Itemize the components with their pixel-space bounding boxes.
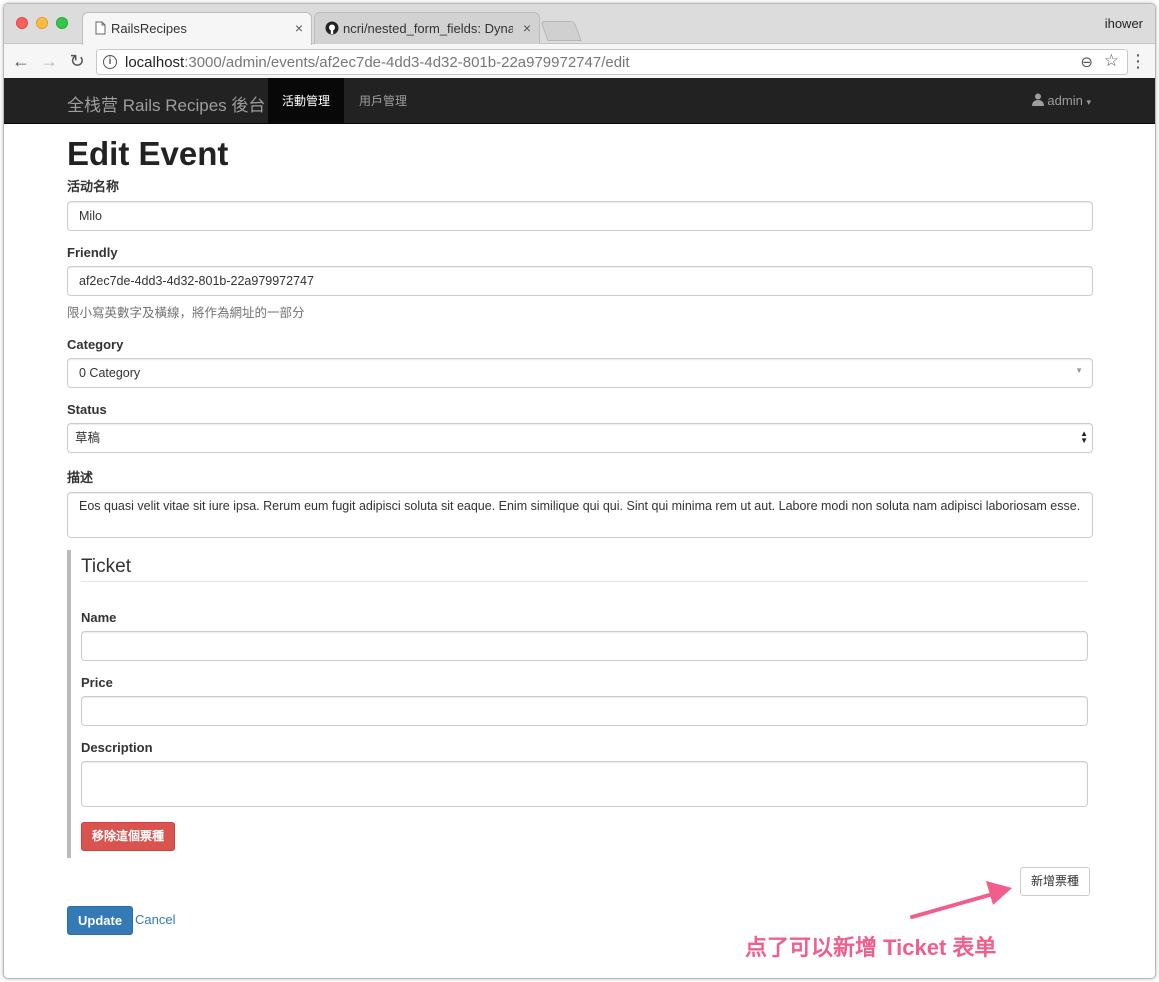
- ticket-description-textarea[interactable]: [81, 761, 1088, 807]
- category-select-value: 0 Category: [67, 358, 1093, 388]
- browser-titlebar: RailsRecipes × ncri/nested_form_fields: …: [4, 4, 1155, 45]
- url-host: localhost: [125, 54, 185, 71]
- ticket-description-label: Description: [81, 740, 153, 755]
- forward-arrow-icon[interactable]: →: [38, 50, 60, 72]
- status-label: Status: [67, 402, 107, 417]
- status-select[interactable]: 草稿 ▲ ▼: [67, 423, 1093, 453]
- caret-down-icon: ▾: [1086, 97, 1091, 107]
- ticket-price-group: Price: [81, 675, 1088, 726]
- bookmark-star-icon[interactable]: ☆: [1104, 51, 1119, 71]
- ticket-name-input[interactable]: [81, 631, 1088, 661]
- reload-icon[interactable]: ↻: [66, 50, 88, 72]
- form-group-status: Status 草稿 ▲ ▼: [67, 402, 1093, 453]
- category-label: Category: [67, 337, 124, 352]
- friendly-help-text: 限小寫英數字及橫線，將作為網址的一部分: [67, 306, 305, 320]
- tab-close-icon[interactable]: ×: [295, 13, 303, 44]
- address-bar[interactable]: i localhost:3000/admin/events/af2ec7de-4…: [96, 49, 1128, 75]
- info-icon[interactable]: i: [103, 55, 117, 69]
- tab-close-icon[interactable]: ×: [523, 13, 531, 44]
- remove-ticket-button[interactable]: 移除這個票種: [81, 822, 176, 851]
- maximize-window-button[interactable]: [56, 17, 68, 29]
- form-group-friendly: Friendly af2ec7de-4dd3-4d32-801b-22a9799…: [67, 245, 1093, 321]
- navbar-brand[interactable]: 全栈营 Rails Recipes 後台: [67, 91, 265, 116]
- url-path: :3000/admin/events/af2ec7de-4dd3-4d32-80…: [184, 54, 630, 71]
- app-navbar: 全栈营 Rails Recipes 後台 活動管理 用戶管理 admin ▾: [4, 78, 1155, 124]
- tab-title: RailsRecipes: [111, 21, 187, 36]
- annotation-caption: 点了可以新增 Ticket 表单: [745, 935, 997, 960]
- browser-tab-railsrecipes[interactable]: RailsRecipes ×: [82, 12, 312, 45]
- form-group-category: Category 0 Category ▼: [67, 337, 1093, 388]
- nav-item-events[interactable]: 活動管理: [268, 78, 345, 124]
- ticket-price-input[interactable]: [81, 696, 1088, 726]
- github-icon: [325, 21, 339, 35]
- close-window-button[interactable]: [16, 17, 28, 29]
- minimize-window-button[interactable]: [36, 17, 48, 29]
- friendly-input[interactable]: af2ec7de-4dd3-4d32-801b-22a979972747: [67, 266, 1093, 296]
- ticket-price-label: Price: [81, 675, 113, 690]
- ticket-name-label: Name: [81, 610, 117, 625]
- browser-profile-name[interactable]: ihower: [1105, 16, 1143, 31]
- zoom-icon[interactable]: ⊖: [1080, 53, 1093, 71]
- description-label: 描述: [67, 470, 94, 485]
- browser-window: RailsRecipes × ncri/nested_form_fields: …: [3, 3, 1156, 979]
- browser-toolbar: ← → ↻ i localhost:3000/admin/events/af2e…: [4, 44, 1155, 80]
- new-tab-button[interactable]: [540, 21, 582, 41]
- ticket-actions: 移除這個票種: [81, 822, 1088, 851]
- browser-tab-github[interactable]: ncri/nested_form_fields: Dynamically add…: [314, 12, 540, 45]
- back-arrow-icon[interactable]: ←: [10, 50, 32, 72]
- ticket-description-group: Description: [81, 740, 1088, 807]
- status-select-value: 草稿: [67, 423, 1093, 453]
- user-menu[interactable]: admin ▾: [1031, 78, 1091, 124]
- ticket-fieldset: Ticket Name Price Description 移除這個票種: [67, 550, 1093, 858]
- document-icon: [95, 21, 106, 35]
- edit-event-form: Edit Event 活动名称 Milo Friendly af2ec7de-4…: [67, 124, 1093, 935]
- add-ticket-button[interactable]: 新增票種: [1020, 867, 1091, 896]
- cancel-link[interactable]: Cancel: [135, 912, 175, 927]
- url-text: localhost:3000/admin/events/af2ec7de-4dd…: [125, 54, 630, 71]
- browser-menu-icon[interactable]: ⋮: [1129, 50, 1147, 72]
- nav-item-users[interactable]: 用戶管理: [345, 78, 421, 124]
- name-input[interactable]: Milo: [67, 201, 1093, 231]
- page-title: Edit Event: [67, 135, 229, 172]
- user-menu-label: admin: [1047, 93, 1083, 108]
- ticket-name-group: Name: [81, 610, 1088, 661]
- form-group-name: 活动名称 Milo: [67, 176, 1093, 231]
- category-select[interactable]: 0 Category ▼: [67, 358, 1093, 388]
- update-button[interactable]: Update: [67, 906, 134, 935]
- form-group-description: 描述 Eos quasi velit vitae sit iure ipsa. …: [67, 467, 1093, 538]
- description-textarea[interactable]: Eos quasi velit vitae sit iure ipsa. Rer…: [67, 492, 1093, 538]
- ticket-legend: Ticket: [81, 550, 1088, 582]
- user-icon: [1031, 93, 1044, 106]
- select-updown-icon: ▲ ▼: [1080, 429, 1088, 445]
- chevron-down-icon: ▼: [1075, 366, 1083, 375]
- name-label: 活动名称: [67, 179, 120, 194]
- tab-title: ncri/nested_form_fields: Dynamically add…: [343, 21, 513, 36]
- friendly-label: Friendly: [67, 245, 118, 260]
